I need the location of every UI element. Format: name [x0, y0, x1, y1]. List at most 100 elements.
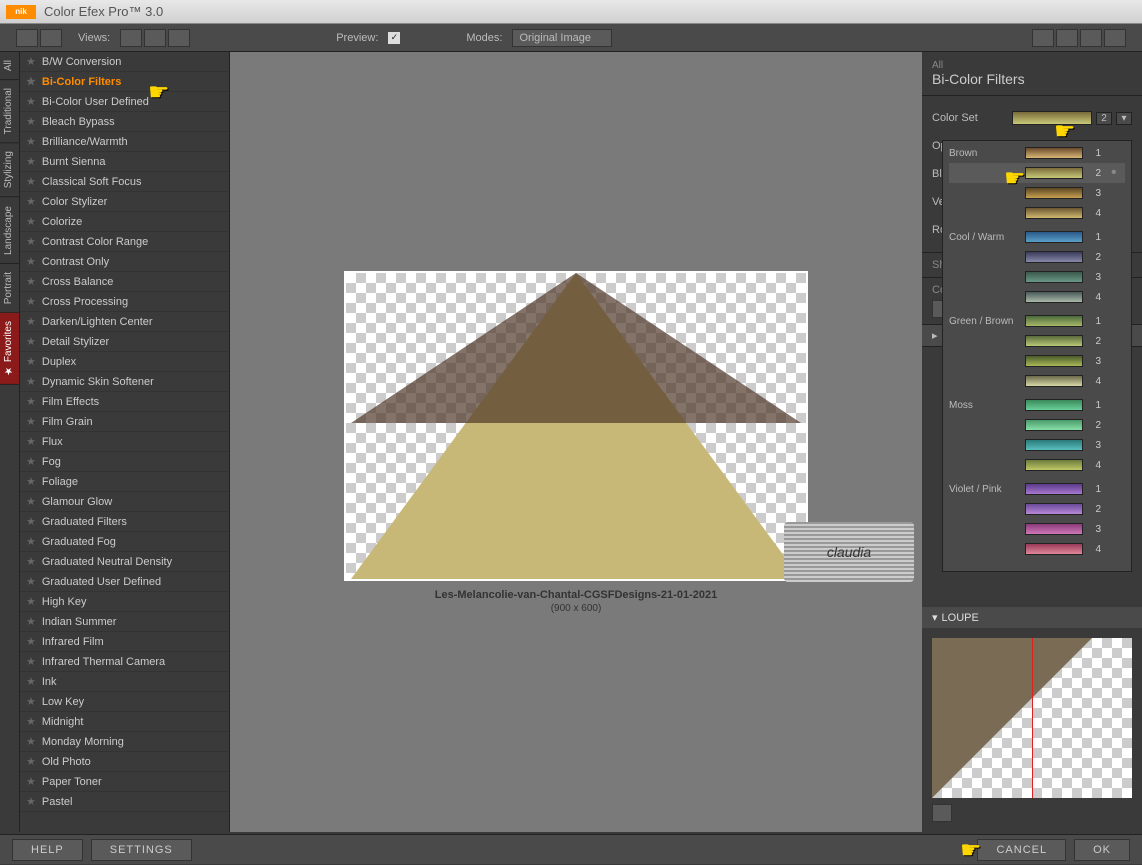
category-tab-traditional[interactable]: Traditional — [0, 80, 19, 143]
color-set-option[interactable]: Brown1 — [949, 143, 1125, 163]
filter-item[interactable]: ★Fog — [20, 452, 229, 472]
filter-item[interactable]: ★Graduated Fog — [20, 532, 229, 552]
view-list-icon[interactable] — [40, 29, 62, 47]
cancel-button[interactable]: CANCEL — [977, 839, 1066, 861]
filter-item[interactable]: ★Low Key — [20, 692, 229, 712]
ok-button[interactable]: OK — [1074, 839, 1130, 861]
star-icon: ★ — [26, 155, 36, 168]
color-set-option[interactable]: Green / Brown1 — [949, 311, 1125, 331]
color-swatch — [1025, 419, 1083, 431]
filter-label: Cross Balance — [42, 276, 114, 288]
color-set-option[interactable]: 2 — [949, 247, 1125, 267]
star-icon: ★ — [26, 615, 36, 628]
color-set-option[interactable]: 4 — [949, 203, 1125, 223]
color-set-option[interactable]: 3 — [949, 435, 1125, 455]
layout-side-icon[interactable] — [168, 29, 190, 47]
filter-item[interactable]: ★Foliage — [20, 472, 229, 492]
filter-item[interactable]: ★Old Photo — [20, 752, 229, 772]
color-set-option[interactable]: 3 — [949, 351, 1125, 371]
filter-item[interactable]: ★Darken/Lighten Center — [20, 312, 229, 332]
color-set-option[interactable]: 3 — [949, 267, 1125, 287]
category-tab-stylizing[interactable]: Stylizing — [0, 143, 19, 197]
color-swatch — [1025, 207, 1083, 219]
color-set-option[interactable]: Cool / Warm1 — [949, 227, 1125, 247]
zoom-icon[interactable] — [1056, 29, 1078, 47]
filter-item[interactable]: ★Colorize — [20, 212, 229, 232]
filter-item[interactable]: ★Graduated User Defined — [20, 572, 229, 592]
star-icon: ★ — [26, 475, 36, 488]
star-icon: ★ — [26, 455, 36, 468]
color-set-option[interactable]: 3 — [949, 183, 1125, 203]
preview-checkbox[interactable]: ✓ — [388, 32, 400, 44]
filter-item[interactable]: ★Indian Summer — [20, 612, 229, 632]
filter-item[interactable]: ★Paper Toner — [20, 772, 229, 792]
color-set-option[interactable]: 3 — [949, 519, 1125, 539]
modes-dropdown[interactable]: Original Image — [512, 29, 612, 47]
filter-item[interactable]: ★Monday Morning — [20, 732, 229, 752]
color-set-option[interactable]: 4 — [949, 371, 1125, 391]
filter-item[interactable]: ★Midnight — [20, 712, 229, 732]
star-icon: ★ — [26, 415, 36, 428]
category-tab-all[interactable]: All — [0, 52, 19, 80]
filter-item[interactable]: ★Contrast Color Range — [20, 232, 229, 252]
filter-item[interactable]: ★Dynamic Skin Softener — [20, 372, 229, 392]
filter-label: Old Photo — [42, 756, 91, 768]
filter-item[interactable]: ★Burnt Sienna — [20, 152, 229, 172]
category-tab-portrait[interactable]: Portrait — [0, 264, 19, 313]
filter-item[interactable]: ★Bi-Color Filters — [20, 72, 229, 92]
filter-item[interactable]: ★Duplex — [20, 352, 229, 372]
filter-item[interactable]: ★High Key — [20, 592, 229, 612]
color-set-option[interactable]: 2 — [949, 415, 1125, 435]
category-tab-landscape[interactable]: Landscape — [0, 198, 19, 264]
filter-item[interactable]: ★Pastel — [20, 792, 229, 812]
color-set-option[interactable]: Violet / Pink1 — [949, 479, 1125, 499]
watermark: claudia — [784, 522, 914, 582]
settings-button[interactable]: SETTINGS — [91, 839, 192, 861]
hand-icon[interactable] — [1080, 29, 1102, 47]
layout-split-icon[interactable] — [144, 29, 166, 47]
color-set-label: Color Set — [932, 112, 1012, 124]
color-set-option[interactable]: 2 — [949, 331, 1125, 351]
loupe-header[interactable]: ▾ LOUPE — [922, 607, 1142, 628]
pointer-icon[interactable] — [1032, 29, 1054, 47]
filter-item[interactable]: ★Graduated Neutral Density — [20, 552, 229, 572]
color-set-option[interactable]: 2 — [949, 499, 1125, 519]
filter-item[interactable]: ★B/W Conversion — [20, 52, 229, 72]
color-swatch — [1025, 231, 1083, 243]
filter-item[interactable]: ★Brilliance/Warmth — [20, 132, 229, 152]
filter-item[interactable]: ★Color Stylizer — [20, 192, 229, 212]
filter-item[interactable]: ★Ink — [20, 672, 229, 692]
color-set-option[interactable]: 4 — [949, 455, 1125, 475]
view-thumb-icon[interactable] — [16, 29, 38, 47]
filter-item[interactable]: ★Flux — [20, 432, 229, 452]
layout-single-icon[interactable] — [120, 29, 142, 47]
filter-item[interactable]: ★Film Grain — [20, 412, 229, 432]
filter-item[interactable]: ★Bi-Color User Defined — [20, 92, 229, 112]
color-set-option[interactable]: Moss1 — [949, 395, 1125, 415]
color-set-option[interactable]: 2• — [949, 163, 1125, 183]
color-set-swatch[interactable] — [1012, 111, 1092, 125]
filter-item[interactable]: ★Cross Processing — [20, 292, 229, 312]
light-icon[interactable] — [1104, 29, 1126, 47]
filter-item[interactable]: ★Classical Soft Focus — [20, 172, 229, 192]
filter-item[interactable]: ★Film Effects — [20, 392, 229, 412]
star-icon: ★ — [26, 275, 36, 288]
category-tab-favorites[interactable]: ★ Favorites — [0, 313, 19, 385]
filter-item[interactable]: ★Infrared Thermal Camera — [20, 652, 229, 672]
filter-label: Graduated Filters — [42, 516, 127, 528]
color-set-dropdown-btn[interactable]: ▾ — [1116, 112, 1132, 125]
color-set-option[interactable]: 4 — [949, 287, 1125, 307]
loupe-pin-button[interactable] — [932, 804, 952, 822]
filter-item[interactable]: ★Bleach Bypass — [20, 112, 229, 132]
help-button[interactable]: HELP — [12, 839, 83, 861]
filter-item[interactable]: ★ Cross Balance — [20, 272, 229, 292]
swatch-number: 1 — [1089, 148, 1101, 159]
filter-item[interactable]: ★Detail Stylizer — [20, 332, 229, 352]
loupe-title: LOUPE — [942, 612, 979, 624]
color-set-option[interactable]: 4 — [949, 539, 1125, 559]
filter-item[interactable]: ★Glamour Glow — [20, 492, 229, 512]
filter-label: Contrast Color Range — [42, 236, 148, 248]
filter-item[interactable]: ★Infrared Film — [20, 632, 229, 652]
filter-item[interactable]: ★Graduated Filters — [20, 512, 229, 532]
filter-item[interactable]: ★Contrast Only — [20, 252, 229, 272]
